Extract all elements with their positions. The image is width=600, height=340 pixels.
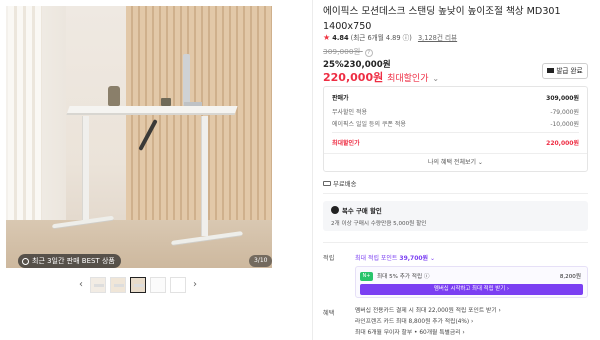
coupon-issued-button[interactable]: 발급 완료 bbox=[542, 63, 588, 79]
chevron-down-icon: ⌄ bbox=[430, 255, 436, 262]
thumbnail[interactable] bbox=[150, 277, 166, 293]
naver-plus-icon: N+ bbox=[360, 272, 373, 281]
divider bbox=[332, 132, 579, 133]
price-info-icon[interactable]: ? bbox=[364, 49, 373, 57]
max-discount-value: 220,000원 bbox=[323, 71, 384, 84]
price-row-label: 무사할인 적용 bbox=[332, 109, 368, 116]
divider bbox=[323, 242, 588, 243]
benefit-label: 혜택 bbox=[323, 310, 335, 317]
clock-icon bbox=[22, 257, 29, 265]
rating-recent: (최근 6개월 4.89 ⓘ) bbox=[350, 34, 412, 42]
view-all-benefits-button[interactable]: 나의 혜택 전체보기 ⌄ bbox=[324, 157, 587, 166]
image-counter: 3/10 bbox=[249, 255, 272, 267]
price-row: 무사할인 적용 -79,000원 bbox=[332, 107, 579, 116]
image-vase bbox=[108, 86, 120, 106]
thumbnail[interactable] bbox=[110, 277, 126, 293]
product-title: 에이픽스 모션데스크 스탠딩 높낮이 높이조절 책상 MD301 1400x75… bbox=[323, 6, 561, 32]
star-icon: ★ bbox=[323, 33, 331, 42]
thumbnail[interactable] bbox=[170, 277, 186, 293]
price-total-row: 최대할인가 220,000원 bbox=[332, 138, 579, 147]
thumbnail[interactable] bbox=[90, 277, 106, 293]
image-desk-top bbox=[66, 106, 238, 115]
rating-score: 4.84 bbox=[332, 34, 349, 42]
multi-purchase-title-text: 복수 구매 할인 bbox=[342, 207, 382, 215]
review-count-link[interactable]: 3,128건 리뷰 bbox=[418, 34, 457, 42]
max-discount-label: 최대할인가 bbox=[387, 74, 429, 84]
thumb-prev-arrow-icon[interactable]: ‹ bbox=[76, 274, 86, 296]
benefit-item[interactable]: 라인프렌즈 카드 최대 8,800원 추가 적립(4%) › bbox=[355, 317, 501, 328]
price-row: 에이픽스 일일 등의 쿠폰 적용 -10,000원 bbox=[332, 119, 579, 128]
price-total-label: 최대할인가 bbox=[332, 140, 360, 147]
benefit-item[interactable]: 최대 6개월 무이자 할부 • 60개월 특별금리 › bbox=[355, 328, 501, 339]
image-cup bbox=[161, 98, 171, 106]
benefit-list: 멤버십 전용카드 결제 시 최대 22,000원 적립 포인트 받기 › 라인프… bbox=[355, 306, 501, 339]
image-monitor bbox=[183, 54, 190, 106]
price-row-value: -10,000원 bbox=[550, 121, 579, 128]
price-breakdown-box: 판매가 309,000원 무사할인 적용 -79,000원 에이픽스 일일 등의… bbox=[323, 86, 588, 172]
original-price-value: 309,000원 bbox=[323, 47, 361, 56]
image-curtain bbox=[8, 6, 42, 221]
membership-earn-box: N+ 최대 5% 추가 적립 ⓘ 8,200원 멤버십 시작하고 최대 적립 받… bbox=[355, 266, 588, 298]
thumbnail-strip: ‹ › bbox=[76, 274, 200, 296]
coupon-button-label: 발급 완료 bbox=[556, 67, 583, 75]
divider bbox=[323, 193, 588, 194]
column-divider bbox=[312, 0, 313, 340]
price-row-value: -79,000원 bbox=[550, 109, 579, 116]
image-desk-leg bbox=[82, 116, 89, 222]
truck-icon bbox=[323, 181, 331, 186]
benefit-item[interactable]: 멤버십 전용카드 결제 시 최대 22,000원 적립 포인트 받기 › bbox=[355, 306, 501, 317]
price-row-label: 판매가 bbox=[332, 95, 349, 102]
coupon-icon bbox=[547, 68, 555, 73]
free-shipping: 무료배송 bbox=[323, 179, 357, 188]
best-seller-badge: 최근 3일간 판매 BEST 상품 bbox=[18, 254, 121, 268]
original-price: 309,000원 ? bbox=[323, 46, 373, 57]
extra-earn-text: 최대 5% 추가 적립 ⓘ bbox=[377, 274, 430, 280]
free-shipping-label: 무료배송 bbox=[333, 180, 357, 188]
thumbnail-selected[interactable] bbox=[130, 277, 146, 293]
price-row-value: 309,000원 bbox=[546, 95, 579, 102]
multi-purchase-desc: 2개 이상 구매시 수량만큼 5,000원 할인 bbox=[331, 221, 427, 227]
membership-join-button[interactable]: 멤버십 시작하고 최대 적립 받기 › bbox=[360, 284, 583, 295]
chevron-down-icon: ⌄ bbox=[432, 74, 440, 83]
earn-max-value: 39,700원 bbox=[399, 255, 429, 262]
earn-max-prefix: 최대 적립 포인트 bbox=[355, 255, 398, 262]
max-discount-price[interactable]: 220,000원 최대할인가 ⌄ bbox=[323, 69, 439, 85]
discount-icon bbox=[331, 206, 339, 214]
image-desk-leg bbox=[201, 116, 208, 236]
multi-purchase-discount: 복수 구매 할인 2개 이상 구매시 수량만큼 5,000원 할인 bbox=[323, 201, 588, 231]
price-row-label: 에이픽스 일일 등의 쿠폰 적용 bbox=[332, 121, 406, 128]
thumb-next-arrow-icon[interactable]: › bbox=[190, 274, 200, 296]
divider bbox=[324, 153, 587, 154]
extra-earn-value: 8,200원 bbox=[559, 274, 581, 280]
best-seller-text: 최근 3일간 판매 BEST 상품 bbox=[32, 257, 115, 265]
price-total-value: 220,000원 bbox=[546, 140, 579, 147]
price-row: 판매가 309,000원 bbox=[332, 93, 579, 102]
multi-purchase-title: 복수 구매 할인 bbox=[331, 206, 382, 215]
earn-max-points[interactable]: 최대 적립 포인트 39,700원 ⌄ bbox=[355, 253, 435, 262]
rating-row: ★ 4.84 (최근 6개월 4.89 ⓘ) 3,128건 리뷰 bbox=[323, 32, 457, 42]
product-main-image[interactable]: 최근 3일간 판매 BEST 상품 3/10 bbox=[6, 6, 272, 268]
earn-label: 적립 bbox=[323, 255, 335, 262]
